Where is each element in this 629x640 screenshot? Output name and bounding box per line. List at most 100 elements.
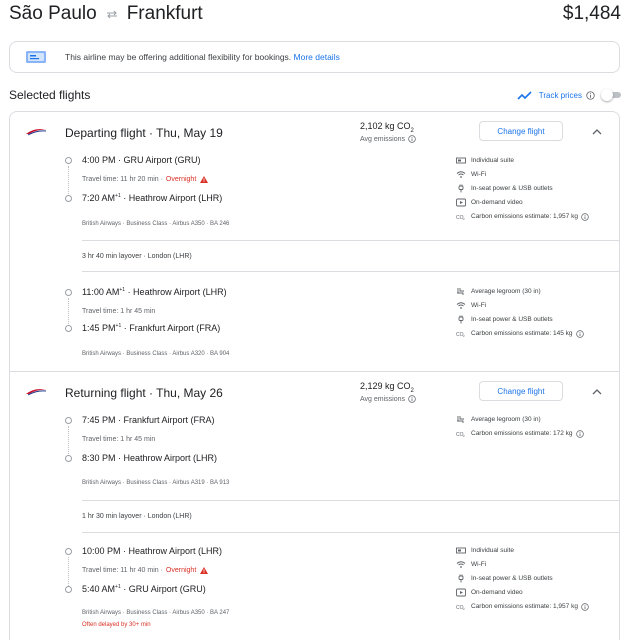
power-icon [458, 315, 464, 324]
video-icon [456, 588, 466, 597]
amenity: Average legroom (30 in) [456, 287, 541, 296]
segment-arrival: 5:40 AM+1 · GRU Airport (GRU) [82, 584, 206, 594]
destination-city: Frankfurt [126, 3, 203, 24]
amenity: Individual suite [456, 546, 514, 555]
departure-dot [65, 157, 72, 164]
departing-flight-card: Departing flight · Thu, May 19 2,102 kg … [9, 111, 620, 371]
amenity: In-seat power & USB outlets [456, 315, 553, 324]
total-price: $1,484 [562, 3, 621, 24]
legroom-icon [457, 288, 464, 295]
british-airways-logo [26, 389, 47, 396]
segment-details: British Airways · Business Class · Airbu… [82, 221, 230, 227]
departing-emissions-note: Avg emissions [360, 135, 416, 143]
layover-info: 3 hr 40 min layover · London (LHR) [82, 253, 192, 260]
suite-icon [456, 157, 466, 164]
info-icon[interactable] [408, 135, 416, 143]
svg-text:2: 2 [463, 607, 465, 611]
more-details-link[interactable]: More details [294, 52, 340, 62]
co2-icon: CO 2 [456, 215, 465, 221]
ticket-icon [26, 51, 46, 63]
track-prices-control[interactable]: Track prices [517, 88, 621, 102]
co2-icon: CO 2 [456, 605, 465, 611]
segment-arrival: 8:30 PM · Heathrow Airport (LHR) [82, 453, 218, 463]
segment-line [68, 298, 69, 328]
warning-icon [200, 176, 209, 183]
amenity: Average legroom (30 in) [456, 415, 541, 424]
wifi-icon [456, 561, 466, 568]
segment-details: British Airways · Business Class · Airbu… [82, 610, 230, 616]
toggle-knob [601, 89, 613, 101]
svg-text:2: 2 [463, 217, 465, 221]
amenity: CO 2 Carbon emissions estimate: 172 kg [456, 429, 584, 438]
change-departing-flight-button[interactable]: Change flight [479, 121, 563, 141]
divider [82, 240, 619, 241]
wifi-icon [456, 302, 466, 309]
info-icon[interactable] [575, 329, 584, 338]
amenity: On-demand video [456, 588, 523, 597]
delay-warning: Often delayed by 30+ min [82, 622, 151, 628]
segment-departure: 11:00 AM+1 · Heathrow Airport (LHR) [82, 287, 227, 297]
segment-departure: 4:00 PM · GRU Airport (GRU) [82, 155, 201, 165]
british-airways-logo [26, 129, 47, 136]
trend-icon [517, 91, 532, 100]
amenity: Wi-Fi [456, 170, 486, 179]
notice-message: This airline may be offering additional … [65, 52, 340, 62]
wifi-icon [456, 171, 466, 178]
divider [82, 532, 619, 533]
flexibility-notice: This airline may be offering additional … [9, 41, 620, 73]
amenity: CO 2 Carbon emissions estimate: 1,957 kg [456, 212, 589, 221]
info-icon[interactable] [586, 90, 595, 100]
amenity: CO 2 Carbon emissions estimate: 145 kg [456, 329, 584, 338]
overnight-label: Overnight [165, 567, 197, 574]
returning-title: Returning flight · Thu, May 26 [65, 386, 223, 400]
segment-line [68, 426, 69, 458]
power-icon [458, 184, 464, 193]
segment-travel-time: Travel time: 1 hr 45 min [82, 436, 156, 443]
trip-header: São Paulo Frankfurt $1,484 [9, 0, 621, 28]
svg-text:2: 2 [463, 434, 465, 438]
info-icon[interactable] [581, 212, 589, 221]
track-prices-label: Track prices [538, 90, 582, 100]
route-title: São Paulo Frankfurt [9, 3, 203, 25]
segment-departure: 10:00 PM · Heathrow Airport (LHR) [82, 546, 223, 556]
svg-text:2: 2 [463, 334, 465, 338]
segment-travel-time: Travel time: 1 hr 45 min [82, 308, 156, 315]
segment-travel-time: Travel time: 11 hr 40 min · Overnight [82, 567, 209, 574]
arrival-dot [65, 586, 72, 593]
segment-arrival: 1:45 PM+1 · Frankfurt Airport (FRA) [82, 323, 221, 333]
amenity: Wi-Fi [456, 301, 486, 310]
round-trip-arrows-icon [105, 7, 119, 22]
returning-flight-card: Returning flight · Thu, May 26 2,129 kg … [9, 371, 620, 640]
info-icon[interactable] [408, 395, 416, 403]
returning-emissions: 2,129 kg CO2 [360, 381, 414, 394]
change-returning-flight-button[interactable]: Change flight [479, 381, 563, 401]
amenity: On-demand video [456, 198, 523, 207]
amenity: In-seat power & USB outlets [456, 184, 553, 193]
info-icon[interactable] [581, 602, 589, 611]
departure-dot [65, 289, 72, 296]
segment-details: British Airways · Business Class · Airbu… [82, 480, 230, 486]
overnight-label: Overnight [165, 176, 197, 183]
segment-line [68, 557, 69, 588]
amenity: In-seat power & USB outlets [456, 574, 553, 583]
departing-title: Departing flight · Thu, May 19 [65, 126, 223, 140]
departure-dot [65, 417, 72, 424]
amenity: CO 2 Carbon emissions estimate: 1,957 kg [456, 602, 589, 611]
warning-icon [200, 567, 209, 574]
origin-city: São Paulo [9, 3, 97, 24]
amenity: Wi-Fi [456, 560, 486, 569]
arrival-dot [65, 455, 72, 462]
divider [82, 271, 619, 272]
video-icon [456, 198, 466, 207]
chevron-up-icon[interactable] [591, 127, 603, 137]
segment-arrival: 7:20 AM+1 · Heathrow Airport (LHR) [82, 193, 223, 203]
power-icon [458, 574, 464, 583]
layover-info: 1 hr 30 min layover · London (LHR) [82, 513, 192, 520]
returning-emissions-note: Avg emissions [360, 395, 416, 403]
co2-icon: CO 2 [456, 432, 465, 438]
track-prices-toggle[interactable] [601, 89, 621, 101]
amenity: Individual suite [456, 156, 514, 165]
info-icon[interactable] [575, 429, 584, 438]
chevron-up-icon[interactable] [591, 387, 603, 397]
selected-flights-title: Selected flights [9, 88, 91, 102]
